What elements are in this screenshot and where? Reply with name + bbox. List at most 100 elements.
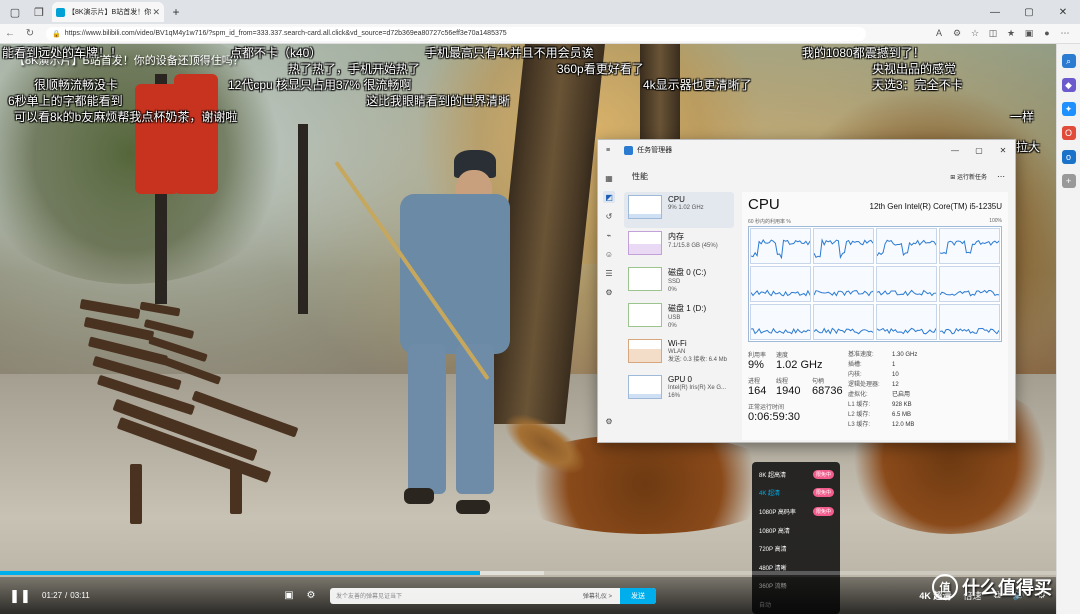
back-icon[interactable]: ← — [0, 28, 20, 39]
users-icon[interactable]: ☺ — [603, 248, 615, 260]
more-icon[interactable]: ⋯ — [1056, 28, 1074, 39]
url-text: https://www.bilibili.com/video/BV1qM4y1w… — [64, 30, 507, 37]
danmaku-comment: 热了热了，手机开始热了 — [288, 62, 421, 76]
pause-button[interactable]: ❚❚ — [0, 588, 40, 604]
outlook-icon[interactable]: o — [1061, 150, 1076, 164]
services-icon[interactable]: ⚙ — [603, 286, 615, 298]
cpu-spec-row: 内核: 10 — [848, 372, 899, 378]
danmaku-comment: 很顺畅流畅没卡 — [34, 78, 119, 92]
settings-icon[interactable]: ⚙ — [603, 415, 615, 427]
task-manager-app-icon — [624, 145, 634, 155]
cpu-title: CPU — [748, 196, 780, 213]
search-icon[interactable]: ⌕ — [1061, 54, 1076, 68]
resource-item-gpu[interactable]: GPU 0 Intel(R) Iris(R) Xe G... 16% — [624, 372, 734, 408]
time-display: 01:27/03:11 — [42, 591, 90, 600]
address-bar-actions: A ⚙ ☆ ◫ ★ ▣ ● ⋯ — [930, 28, 1074, 39]
wifi-thumbnail — [628, 339, 662, 363]
close-tab-icon[interactable]: ✕ — [152, 7, 160, 18]
sweeper — [330, 144, 594, 524]
quality-option[interactable]: 720P 高清 — [752, 539, 840, 558]
resource-item-memory[interactable]: 内存 7.1/15.8 GB (45%) — [624, 228, 734, 264]
tab-actions-icon[interactable]: ❐ — [30, 3, 48, 21]
startup-icon[interactable]: ⌁ — [603, 229, 615, 241]
quality-option[interactable]: 8K 超高清 限免中 — [752, 465, 840, 484]
danmaku-comment: 能看到远处的车牌！！ — [2, 46, 123, 60]
progress-bar[interactable] — [0, 571, 1056, 575]
collections-icon[interactable]: ▣ — [1020, 28, 1038, 39]
task-manager-window[interactable]: ≡ 任务管理器 — ▢ ✕ ▦ ◩ ↺ ⌁ ☺ ☰ ⚙ ⚙ 性能 ⊞ 运行新任务… — [597, 139, 1016, 443]
window-controls: — ▢ ✕ — [978, 0, 1080, 24]
danmaku-comment: 我的1080都震撼到了！ — [802, 46, 925, 60]
graph-max-label: 100% — [989, 218, 1002, 224]
danmaku-comment: 可以看8k的b友麻烦帮我点杯奶茶，谢谢啦 — [14, 110, 238, 124]
resource-item-cpu[interactable]: CPU 9% 1.02 GHz — [624, 192, 734, 228]
app-history-icon[interactable]: ↺ — [603, 210, 615, 222]
watermark: 值 什么值得买 — [932, 574, 1052, 600]
danmaku-comment: 这比我眼睛看到的世界清晰 — [366, 94, 511, 108]
danmaku-etiquette-link[interactable]: 弹幕礼仪 > — [583, 591, 612, 600]
browser-tab-bar: ▢ ❐ 【8K演示片】B站首发！你 ✕ + — ▢ ✕ — [0, 0, 1080, 24]
performance-icon[interactable]: ◩ — [603, 191, 615, 203]
quality-option[interactable]: 1080P 高清 — [752, 521, 840, 540]
tools-icon[interactable]: ✦ — [1061, 102, 1076, 116]
free-badge: 限免中 — [812, 506, 834, 516]
disk1-thumbnail — [628, 303, 662, 327]
favorite-icon[interactable]: ☆ — [966, 28, 984, 39]
quality-option[interactable]: 1080P 高码率 限免中 — [752, 502, 840, 521]
danmaku-toggle-icon[interactable]: ▣ — [278, 590, 300, 601]
danmaku-comment: 央视出品的感觉 — [872, 62, 957, 76]
hamburger-icon[interactable]: ≡ — [606, 147, 610, 154]
quality-option[interactable]: 4K 超清 限免中 — [752, 484, 840, 503]
stat-uptime: 正常运行时间 0:06:59:30 — [748, 405, 800, 423]
details-icon[interactable]: ☰ — [603, 267, 615, 279]
browser-tab[interactable]: 【8K演示片】B站首发！你 ✕ — [52, 2, 164, 22]
gpu-thumbnail — [628, 375, 662, 399]
minimize-icon[interactable]: — — [943, 146, 967, 155]
workspaces-icon[interactable]: ▢ — [6, 3, 24, 21]
resource-item-disk0[interactable]: 磁盘 0 (C:) SSD 0% — [624, 264, 734, 300]
danmaku-comment: 一样 — [1010, 110, 1035, 124]
maximize-icon[interactable]: ▢ — [1012, 0, 1046, 24]
danmaku-placeholder: 发个友善的弹幕见证当下 — [336, 594, 403, 600]
task-manager-titlebar[interactable]: ≡ 任务管理器 — ▢ ✕ — [598, 140, 1015, 160]
split-screen-icon[interactable]: ◫ — [984, 28, 1002, 39]
core-graph — [876, 304, 937, 340]
add-sidebar-icon[interactable]: + — [1061, 174, 1076, 188]
close-window-icon[interactable]: ✕ — [1046, 0, 1080, 24]
maximize-icon[interactable]: ▢ — [967, 146, 991, 155]
bench — [130, 299, 330, 499]
stat-speed: 速度 1.02 GHz — [776, 353, 823, 371]
resource-item-disk1[interactable]: 磁盘 1 (D:) USB 0% — [624, 300, 734, 336]
send-danmaku-button[interactable]: 发送 — [620, 587, 656, 604]
video-player[interactable]: 【8K演示片】B站首发！你的设备还顶得住吗？ 能看到远处的车牌！！ 点都不卡（k4… — [0, 44, 1056, 614]
task-manager-title: 任务管理器 — [637, 147, 673, 154]
more-options-icon[interactable]: ⋯ — [997, 172, 1005, 181]
task-manager-window-controls: — ▢ ✕ — [943, 146, 1015, 155]
profile-icon[interactable]: ● — [1038, 28, 1056, 39]
read-aloud-icon[interactable]: A — [930, 28, 948, 39]
screen: ▢ ❐ 【8K演示片】B站首发！你 ✕ + — ▢ ✕ ← ↻ 🔒 https:… — [0, 0, 1080, 614]
minimize-icon[interactable]: — — [978, 0, 1012, 24]
danmaku-settings-icon[interactable]: ⚙ — [300, 590, 322, 601]
memory-thumbnail — [628, 231, 662, 255]
core-graph — [813, 228, 874, 264]
new-tab-button[interactable]: + — [168, 5, 184, 19]
run-new-task-button[interactable]: ⊞ 运行新任务 — [950, 172, 987, 181]
url-field[interactable]: 🔒 https://www.bilibili.com/video/BV1qM4y… — [46, 26, 866, 41]
danmaku-comment: 点都不卡（k40） — [230, 46, 322, 60]
extensions-icon[interactable]: ⚙ — [948, 28, 966, 39]
core-graph — [876, 266, 937, 302]
danmaku-input[interactable]: 发个友善的弹幕见证当下 弹幕礼仪 > 发送 — [330, 587, 656, 604]
office-icon[interactable]: O — [1061, 126, 1076, 140]
favorites-icon[interactable]: ★ — [1002, 28, 1020, 39]
danmaku-comment: 手机最高只有4k并且不用会员诶 — [425, 46, 594, 60]
core-graph — [750, 228, 811, 264]
shopping-icon[interactable]: ◆ — [1061, 78, 1076, 92]
processes-icon[interactable]: ▦ — [603, 172, 615, 184]
refresh-icon[interactable]: ↻ — [20, 28, 40, 39]
danmaku-comment: 360p看更好看了 — [557, 62, 644, 76]
address-bar: ← ↻ 🔒 https://www.bilibili.com/video/BV1… — [0, 24, 1080, 44]
resource-item-wifi[interactable]: Wi-Fi WLAN 发送: 0.3 接收: 6.4 Mb — [624, 336, 734, 372]
cpu-specs: 基准速度: 1.30 GHz 插槽: 1 内核: 10 逻辑处理器: 12 虚拟化: 已启用 L1 … — [848, 350, 1002, 430]
close-icon[interactable]: ✕ — [991, 146, 1015, 155]
